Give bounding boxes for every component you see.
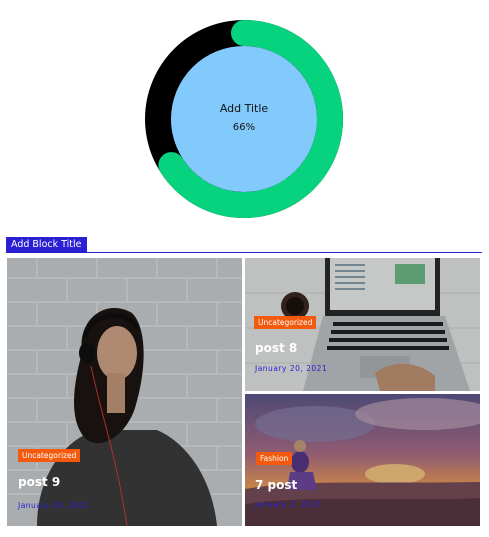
post-date[interactable]: January 20, 2021: [18, 501, 90, 511]
category-badge[interactable]: Fashion: [256, 452, 293, 465]
post-title[interactable]: 7 post: [255, 478, 297, 493]
circular-progress: Add Title 66%: [145, 20, 343, 218]
post-title[interactable]: post 8: [255, 341, 297, 356]
progress-title: Add Title: [219, 102, 269, 115]
category-badge[interactable]: Uncategorized: [18, 449, 81, 462]
post-date[interactable]: January 2, 2021: [255, 500, 322, 510]
block-title: Add Block Title: [6, 237, 87, 252]
block-title-bar: Add Block Title: [6, 237, 482, 253]
post-title[interactable]: post 9: [18, 475, 60, 490]
post-card[interactable]: Uncategorized post 8 January 20, 2021: [245, 258, 480, 391]
post-card[interactable]: Fashion 7 post January 2, 2021: [245, 394, 480, 526]
category-badge[interactable]: Uncategorized: [254, 316, 317, 329]
post-date[interactable]: January 20, 2021: [255, 364, 327, 374]
post-card[interactable]: Uncategorized post 9 January 20, 2021: [7, 258, 242, 526]
progress-value: 66%: [232, 122, 256, 133]
